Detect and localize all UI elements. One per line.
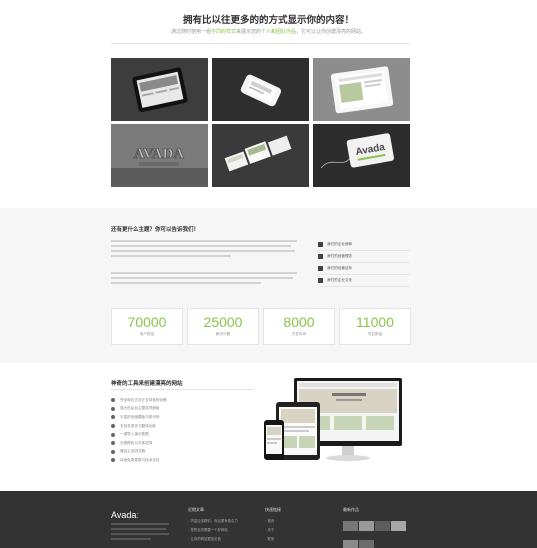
tools-list: 完全响应式设计支持各种设备 强大的后台主题选项面板 丰富的页面模板与短代码 支持… (111, 396, 261, 465)
iphone-image (212, 58, 309, 121)
footer-quick-links: 快速链接 首页 关于 联系 (265, 507, 281, 545)
features-list-item[interactable]: 我们的企业使命 (318, 239, 410, 251)
tag-image: Avada (313, 124, 410, 187)
gallery-item-tablet[interactable] (313, 58, 410, 121)
square-icon (318, 278, 323, 283)
footer-link[interactable]: 让你的网站更加出色 (188, 536, 238, 545)
hero-link-styles[interactable]: 不同的样式 (211, 29, 236, 35)
tools-list-item: 持续免费更新与技术支持 (111, 456, 261, 465)
portfolio-gallery: AVADA Avada (111, 58, 411, 188)
tablet-image (313, 58, 410, 121)
footer-latest-works: 最新作品 (343, 507, 359, 518)
bullet-icon (111, 432, 115, 437)
footer-work-thumbnails (343, 519, 413, 548)
stat-value: 11000 (356, 314, 394, 330)
hero-link-portfolio[interactable]: 个人和团队作品 (261, 29, 296, 35)
footer-link[interactable]: 内容应该精彩，而且更有吸引力 (188, 518, 237, 527)
tools-list-item: 兼容主流浏览器 (111, 448, 261, 457)
brochure-image (212, 124, 309, 187)
stat-value: 25000 (203, 314, 243, 330)
bullet-icon (111, 458, 115, 463)
stat-label: 项目数量 (367, 332, 383, 336)
footer-recent-posts: 近期文章 内容应该精彩，而且更有吸引力 您的业务需要一个好网站 让你的网站更加出… (188, 507, 238, 545)
features-paragraph-1 (111, 238, 299, 260)
footer-col-title: 最新作品 (343, 507, 359, 512)
footer-work-thumb[interactable] (359, 521, 374, 531)
footer-description (111, 523, 171, 543)
stat-box: 25000 解决问题 (187, 308, 259, 345)
stat-value: 8000 (283, 314, 315, 330)
bullet-icon (111, 441, 115, 446)
features-list: 我们的企业使命 我们的经营理念 我们的经营目标 我们的企业文化 (318, 239, 410, 287)
gallery-item-stone[interactable]: AVADA (111, 124, 208, 187)
gallery-item-iphone[interactable] (212, 58, 309, 121)
tools-list-item: 一键导入演示数据 (111, 430, 261, 439)
stat-box: 70000 用户数量 (111, 308, 183, 345)
tools-divider (111, 389, 254, 390)
hero-subtitle: 通过随时使用一组不同的样式来展示您的个人和团队作品，它可以让你创建漂亮的网站。 (0, 28, 537, 35)
tools-list-item: 无限颜色与字体选择 (111, 439, 261, 448)
stat-value: 70000 (127, 314, 167, 330)
footer-link[interactable]: 首页 (265, 518, 281, 527)
hero-divider (111, 43, 410, 44)
footer-work-thumb[interactable] (343, 540, 358, 548)
devices-mockup (262, 376, 412, 466)
bullet-icon (111, 424, 115, 429)
tools-list-item: 强大的后台主题选项面板 (111, 405, 261, 414)
stone-image: AVADA (111, 124, 208, 187)
square-icon (318, 242, 323, 247)
footer-work-thumb[interactable] (343, 521, 358, 531)
stat-label: 用户数量 (139, 332, 155, 336)
stat-box: 11000 项目数量 (339, 308, 411, 345)
footer-work-thumb[interactable] (375, 521, 390, 531)
devices-image (264, 378, 402, 461)
footer-link[interactable]: 联系 (265, 536, 281, 545)
stats-counters: 70000 用户数量 25000 解决问题 8000 开发时间 11000 项目… (111, 308, 411, 345)
square-icon (318, 266, 323, 271)
features-list-item[interactable]: 我们的经营理念 (318, 251, 410, 263)
footer-logo[interactable]: Avada: (111, 510, 139, 520)
stat-label: 解决问题 (215, 332, 231, 336)
tools-list-item: 丰富的页面模板与短代码 (111, 413, 261, 422)
footer-col-title: 近期文章 (188, 507, 204, 512)
footer: Avada: 近期文章 内容应该精彩，而且更有吸引力 您的业务需要一个好网站 让… (0, 491, 537, 548)
gallery-item-brochure[interactable] (212, 124, 309, 187)
hero-subtitle-suffix: ，它可以让你创建漂亮的网站。 (296, 29, 367, 35)
ipad-image (111, 58, 208, 121)
features-title: 还有更什么主题？你可以告诉我们！ (111, 227, 200, 233)
hero-subtitle-prefix: 通过随时使用一组 (170, 29, 211, 35)
bullet-icon (111, 406, 115, 411)
gallery-item-tag[interactable]: Avada (313, 124, 410, 187)
bullet-icon (111, 449, 115, 454)
tools-list-item: 支持多语言与翻译功能 (111, 422, 261, 431)
hero-title: 拥有比以往更多的的方式显示你的内容！ (182, 15, 354, 26)
features-section: 还有更什么主题？你可以告诉我们！ 我们的企业使命 我们的经营理念 我们的经营目标 (0, 208, 537, 363)
features-list-item[interactable]: 我们的经营目标 (318, 263, 410, 275)
tools-list-item: 完全响应式设计支持各种设备 (111, 396, 261, 405)
footer-col-title: 快速链接 (265, 507, 281, 512)
footer-work-thumb[interactable] (359, 540, 374, 548)
stat-box: 8000 开发时间 (263, 308, 335, 345)
features-paragraph-2 (111, 270, 299, 287)
bullet-icon (111, 415, 115, 420)
stone-text: AVADA (134, 146, 184, 162)
stat-label: 开发时间 (291, 332, 307, 336)
bullet-icon (111, 398, 115, 403)
features-list-item[interactable]: 我们的企业文化 (318, 275, 410, 287)
tools-title: 神奇的工具来创建漂亮的网站 (111, 381, 183, 387)
page: 拥有比以往更多的的方式显示你的内容！ 通过随时使用一组不同的样式来展示您的个人和… (0, 0, 537, 548)
hero-subtitle-mid: 来展示您的 (235, 29, 261, 35)
square-icon (318, 254, 323, 259)
footer-link[interactable]: 关于 (265, 527, 281, 536)
footer-work-thumb[interactable] (391, 521, 406, 531)
footer-link[interactable]: 您的业务需要一个好网站 (188, 527, 238, 536)
gallery-item-ipad[interactable] (111, 58, 208, 121)
